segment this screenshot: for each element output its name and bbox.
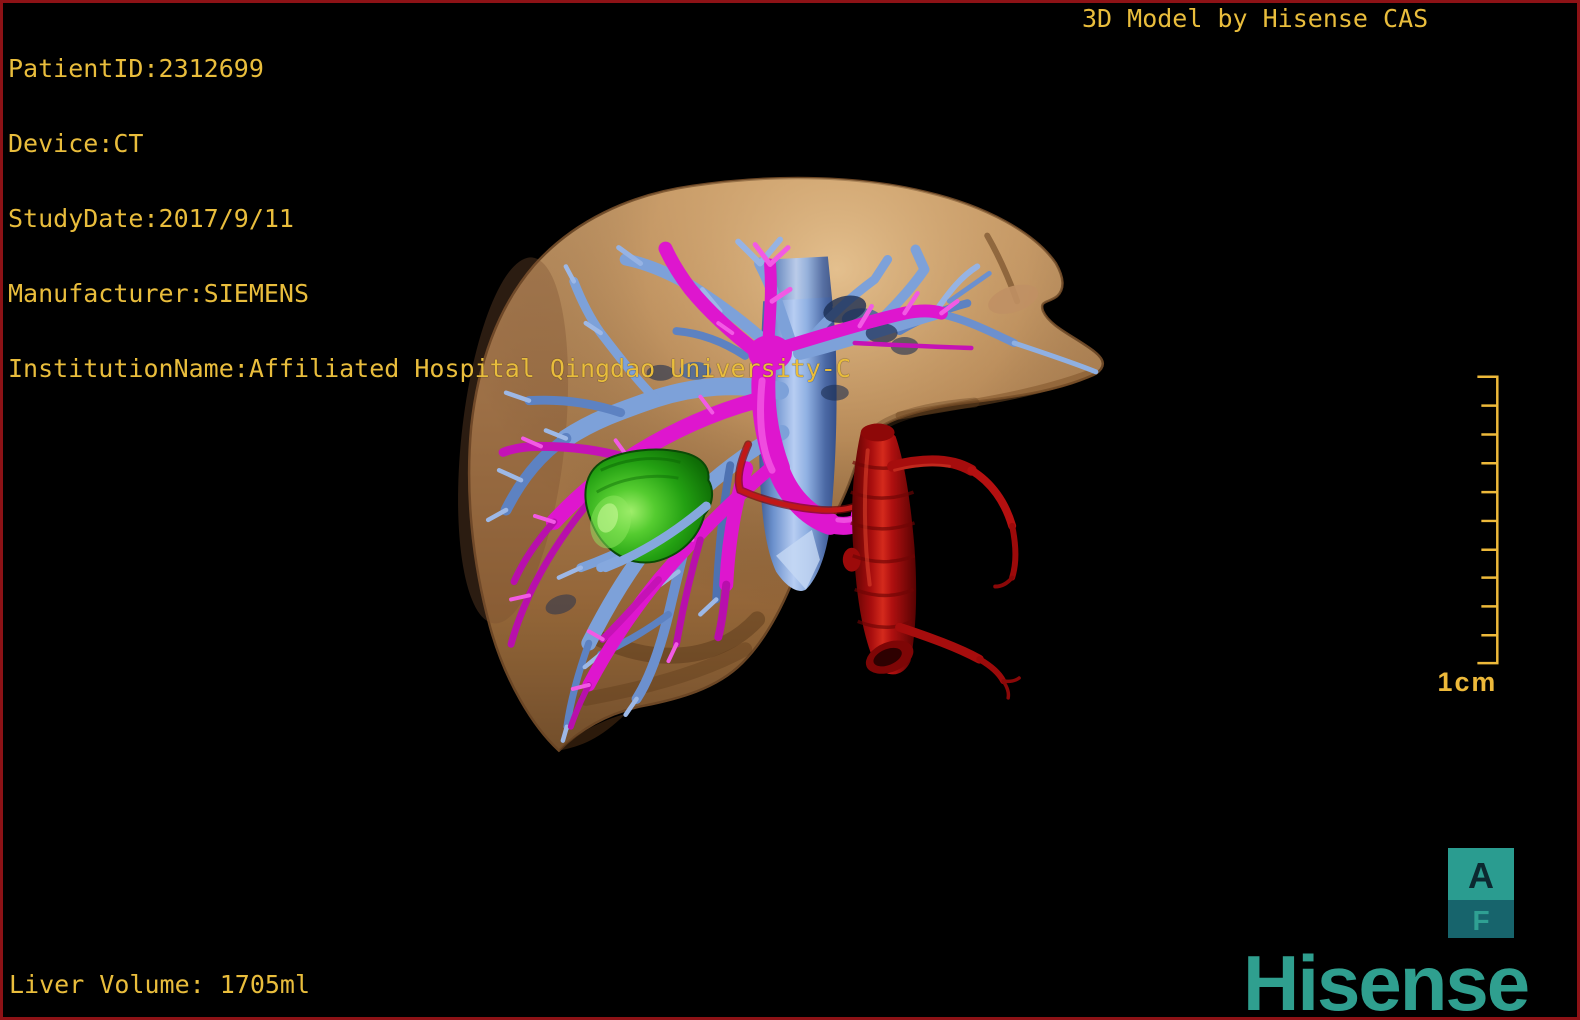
hisense-logo: Hisense — [1243, 939, 1530, 1020]
study-date-line: StudyDate:2017/9/11 — [8, 204, 294, 233]
liver-volume-label: Liver Volume: 1705ml — [9, 970, 311, 999]
scale-ruler — [1477, 375, 1499, 665]
patient-id-line: PatientID:2312699 — [8, 54, 264, 83]
watermark-label: 3D Model by Hisense CAS — [1082, 4, 1429, 33]
orientation-front-letter: A — [1468, 855, 1494, 896]
orientation-secondary-letter: F — [1472, 905, 1489, 936]
manufacturer-line: Manufacturer:SIEMENS — [8, 279, 310, 308]
aorta — [842, 423, 1021, 700]
institution-name-line: InstitutionName:Affiliated Hospital Qing… — [8, 354, 851, 383]
device-line: Device:CT — [8, 129, 144, 158]
orientation-cube[interactable]: A F — [1448, 848, 1514, 940]
viewer-canvas[interactable]: 1cm PatientID:2312699 Device:CT StudyDat… — [0, 0, 1580, 1020]
scale-ruler-label: 1cm — [1438, 667, 1498, 697]
patient-info-overlay: PatientID:2312699 Device:CT StudyDate:20… — [8, 6, 851, 431]
